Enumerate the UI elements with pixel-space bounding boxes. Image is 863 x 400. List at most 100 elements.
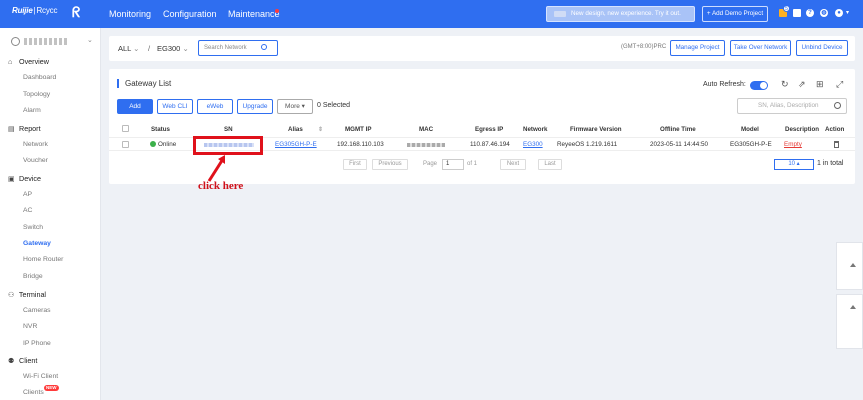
- auto-refresh-label: Auto Refresh:: [703, 81, 746, 88]
- description-link[interactable]: Empty: [784, 141, 802, 148]
- user-selector[interactable]: ⌄: [8, 35, 94, 49]
- chevron-up-icon: [850, 263, 856, 267]
- chevron-down-icon[interactable]: ▾: [846, 9, 849, 16]
- status-cell: Online: [150, 141, 176, 148]
- sidebar-item-ac[interactable]: AC: [23, 207, 32, 214]
- sidebar-item-wifi-client[interactable]: Wi-Fi Client: [23, 373, 58, 380]
- sidebar-item-topology[interactable]: Topology: [23, 91, 50, 98]
- first-page-button[interactable]: First: [343, 159, 367, 170]
- device-search-input[interactable]: SN, Alias, Description: [737, 98, 847, 114]
- project-label: ALL: [118, 44, 132, 53]
- logo-mark-icon: ᖇ: [72, 4, 81, 20]
- sidebar-group-device[interactable]: ▣ Device: [8, 174, 41, 183]
- row-checkbox[interactable]: [122, 141, 129, 148]
- page-number-input[interactable]: 1: [442, 159, 464, 170]
- sidebar-item-ip-phone[interactable]: IP Phone: [23, 340, 51, 347]
- sidebar-item-network[interactable]: Network: [23, 141, 48, 148]
- nav-configuration[interactable]: Configuration: [163, 9, 217, 19]
- sidebar-item-home-router[interactable]: Home Router: [23, 256, 63, 263]
- sidebar-item-gateway[interactable]: Gateway: [23, 240, 51, 247]
- sidebar-group-label: Overview: [19, 57, 49, 66]
- egress-ip-cell: 110.87.46.194: [470, 141, 510, 148]
- add-button[interactable]: Add: [117, 99, 153, 114]
- brand-name: Ruijie: [12, 6, 33, 15]
- select-all-checkbox[interactable]: [122, 125, 129, 132]
- page-size-select[interactable]: 10 ▴: [774, 159, 814, 170]
- sort-icon[interactable]: ⇕: [318, 126, 323, 133]
- ruijie-logo[interactable]: Ruijie|Rcycc: [12, 6, 57, 15]
- column-alias[interactable]: Alias: [288, 126, 303, 133]
- offline-time-cell: 2023-05-11 14:44:50: [650, 141, 709, 148]
- add-demo-project-button[interactable]: + Add Demo Project: [702, 6, 768, 22]
- search-icon: [834, 102, 841, 109]
- column-firmware-version: Firmware Version: [570, 126, 622, 133]
- sidebar-group-label: Report: [19, 124, 41, 133]
- more-dropdown-button[interactable]: More ▾: [277, 99, 313, 114]
- network-link[interactable]: EG300: [523, 141, 543, 148]
- message-icon[interactable]: [793, 9, 801, 17]
- next-page-button[interactable]: Next: [500, 159, 526, 170]
- selected-count: 0 Selected: [317, 102, 351, 109]
- sidebar-group-label: Client: [19, 356, 38, 365]
- project-selector[interactable]: ALL ⌄: [118, 44, 139, 53]
- model-cell: EG305GH-P-E: [730, 141, 772, 148]
- nav-maintenance[interactable]: Maintenance: [228, 9, 280, 19]
- new-design-banner[interactable]: New design, new experience. Try it out.: [546, 6, 695, 22]
- click-here-annotation: click here: [198, 180, 244, 192]
- column-sn[interactable]: SN: [224, 126, 233, 133]
- terminal-icon: ⚇: [8, 290, 15, 299]
- sidebar-item-alarm[interactable]: Alarm: [23, 107, 41, 114]
- chevron-down-icon: ⌄: [182, 44, 189, 53]
- sidebar-group-label: Terminal: [18, 290, 47, 299]
- column-model: Model: [741, 126, 759, 133]
- sidebar-group-report[interactable]: ▤ Report: [8, 124, 41, 133]
- fullscreen-icon[interactable]: ⤢: [836, 79, 843, 90]
- eweb-button[interactable]: eWeb: [197, 99, 233, 114]
- refresh-icon[interactable]: ↻: [781, 79, 789, 90]
- page-label: Page: [423, 161, 438, 167]
- new-badge: NEW: [44, 385, 59, 391]
- sidebar-group-overview[interactable]: ⌂ Overview: [8, 57, 49, 66]
- home-icon: ⌂: [8, 57, 13, 66]
- take-over-network-button[interactable]: Take Over Network: [730, 40, 791, 56]
- floating-panel-down[interactable]: [836, 294, 863, 349]
- page-title: Gateway List: [117, 79, 171, 88]
- sidebar-item-bridge[interactable]: Bridge: [23, 273, 43, 280]
- unbind-device-button[interactable]: Unbind Device: [796, 40, 848, 56]
- last-page-button[interactable]: Last: [538, 159, 562, 170]
- user-avatar-icon[interactable]: ●: [835, 9, 843, 17]
- sidebar: ⌄ ⌂ Overview Dashboard Topology Alarm ▤ …: [0, 28, 101, 400]
- sidebar-item-cameras[interactable]: Cameras: [23, 307, 51, 314]
- manage-project-button[interactable]: Manage Project: [670, 40, 725, 56]
- chevron-down-icon: ⌄: [87, 37, 93, 44]
- sidebar-item-voucher[interactable]: Voucher: [23, 157, 48, 164]
- network-selector[interactable]: EG300 ⌄: [157, 44, 189, 53]
- upgrade-button[interactable]: Upgrade: [237, 99, 273, 114]
- nav-monitoring[interactable]: Monitoring: [109, 9, 151, 19]
- sidebar-group-client[interactable]: ⚉ Client: [8, 356, 37, 365]
- sidebar-group-label: Device: [19, 174, 41, 183]
- firmware-cell: ReyeeOS 1.219.1611: [557, 141, 618, 148]
- column-status[interactable]: Status: [151, 126, 170, 133]
- sidebar-item-clients[interactable]: Clients: [23, 389, 44, 396]
- sidebar-item-ap[interactable]: AP: [23, 191, 32, 198]
- search-network-input[interactable]: Search Network: [198, 40, 278, 56]
- sidebar-item-switch[interactable]: Switch: [23, 224, 43, 231]
- previous-page-button[interactable]: Previous: [372, 159, 408, 170]
- sidebar-item-nvr[interactable]: NVR: [23, 323, 37, 330]
- column-description: Description: [785, 126, 820, 133]
- floating-panel-up[interactable]: [836, 242, 863, 290]
- alias-link[interactable]: EG305GH-P-E: [275, 141, 317, 148]
- auto-refresh-toggle[interactable]: [750, 81, 768, 90]
- red-arrow-icon: [207, 155, 225, 182]
- export-icon[interactable]: ⇗: [798, 79, 806, 90]
- sidebar-group-terminal[interactable]: ⚇ Terminal: [8, 290, 46, 299]
- column-settings-icon[interactable]: ⊞: [816, 79, 824, 90]
- web-cli-button[interactable]: Web CLI: [157, 99, 193, 114]
- help-icon[interactable]: ?: [806, 9, 814, 17]
- column-action: Action: [825, 126, 845, 133]
- delete-icon[interactable]: [834, 141, 839, 148]
- globe-icon[interactable]: ◍: [820, 9, 828, 17]
- search-placeholder: Search Network: [204, 45, 247, 51]
- sidebar-item-dashboard[interactable]: Dashboard: [23, 74, 56, 81]
